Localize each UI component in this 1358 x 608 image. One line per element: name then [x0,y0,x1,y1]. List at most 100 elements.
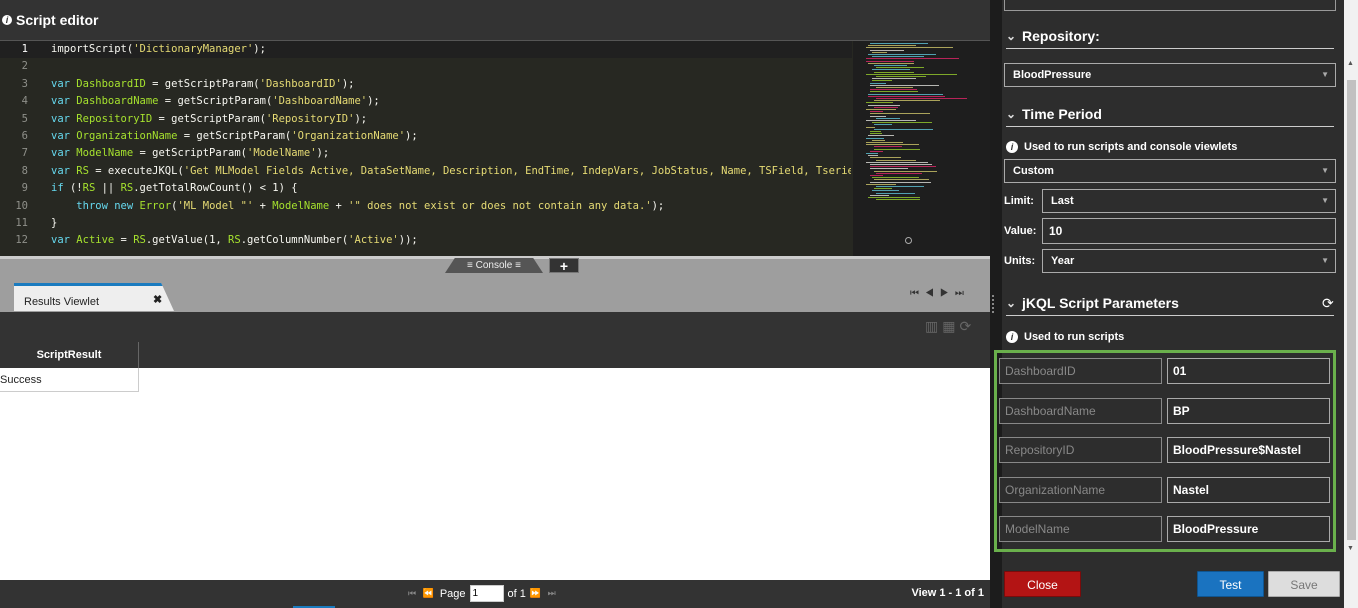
code-text[interactable]: var Active = RS.getValue(1, RS.getColumn… [51,232,851,249]
minimap-line [866,183,897,185]
tab-navigation[interactable]: ⏮◀▶⏭ [910,288,970,299]
code-text[interactable]: } [51,215,851,232]
param-value-input[interactable]: Nastel [1167,477,1330,503]
grid-header [0,342,990,368]
repository-select[interactable]: BloodPressure ▼ [1004,63,1336,87]
minimap-handle-icon[interactable] [905,237,912,244]
param-value-input[interactable]: BloodPressure [1167,516,1330,542]
line-number: 9 [21,182,28,195]
next-icon[interactable]: ▶ [940,288,955,299]
scroll-up-icon[interactable]: ▲ [1347,60,1354,67]
calendar-icon[interactable]: ▦ [942,318,959,334]
section-time-period[interactable]: ⌄ Time Period [1006,101,1334,127]
line-number: 12 [15,234,28,247]
minimap-line [876,186,924,187]
dropdown-arrow-icon: ▼ [1321,70,1329,79]
code-text[interactable]: importScript('DictionaryManager'); [51,41,851,58]
console-tab-label: Console [475,260,513,271]
minimap-line [866,60,914,62]
first-icon[interactable]: ⏮ [910,288,925,299]
refresh-icon[interactable]: ⟳ [959,318,975,334]
close-button[interactable]: Close [1004,571,1081,597]
resize-handle-icon[interactable] [992,295,996,313]
code-text[interactable]: var OrganizationName = getScriptParam('O… [51,128,851,145]
code-text[interactable]: var ModelName = getScriptParam('ModelNam… [51,145,851,162]
code-line[interactable]: 7 var ModelName = getScriptParam('ModelNa… [0,145,852,162]
section-script-params[interactable]: ⌄ jKQL Script Parameters [1006,290,1334,316]
add-viewlet-button[interactable]: + [549,258,579,274]
minimap-line [872,69,910,71]
code-line[interactable]: 10 throw new Error('ML Model "' + ModelN… [0,198,852,215]
column-header-scriptresult[interactable]: ScriptResult [0,342,139,368]
minimap-line [868,135,894,137]
minimap-line [866,142,903,143]
minimap-line [870,157,901,159]
code-line[interactable]: 1 importScript('DictionaryManager'); [0,41,852,58]
minimap-line [874,179,929,181]
last-icon[interactable]: ⏭ [955,288,970,299]
close-tab-icon[interactable]: ✖ [153,293,162,306]
test-button[interactable]: Test [1197,571,1264,597]
code-line[interactable]: 3 var DashboardID = getScriptParam('Dashb… [0,76,852,93]
code-text[interactable]: var RS = executeJKQL('Get MLModel Fields… [51,163,851,180]
param-value-input[interactable]: BloodPressure$Nastel [1167,437,1330,463]
minimap-line [866,102,894,104]
tab-results-viewlet[interactable]: Results Viewlet [14,283,174,311]
pagination: ⏮ ⏪ Page of 1 ⏩ ⏭ [408,585,558,602]
page-input[interactable] [469,585,504,602]
code-text[interactable]: var RepositoryID = getScriptParam('Repos… [51,111,851,128]
code-line[interactable]: 8 var RS = executeJKQL('Get MLModel Field… [0,163,852,180]
refresh-icon[interactable]: ⟳ [1322,295,1334,312]
grid-footer: ⏮ ⏪ Page of 1 ⏩ ⏭ View 1 - 1 of 1 [0,580,990,608]
prev-icon[interactable]: ◀ [925,288,940,299]
value-input[interactable]: 10 [1042,218,1336,244]
minimap-line [870,91,918,93]
first-page-icon[interactable]: ⏮ ⏪ [408,588,436,599]
save-button[interactable]: Save [1268,571,1340,597]
line-number: 10 [15,199,28,212]
minimap-line [872,80,893,82]
code-line[interactable]: 2 [0,58,852,75]
code-line[interactable]: 12 var Active = RS.getValue(1, RS.getColu… [0,232,852,249]
code-text[interactable]: throw new Error('ML Model "' + ModelName… [51,198,851,215]
last-page-icon[interactable]: ⏩ ⏭ [530,588,558,599]
scroll-down-icon[interactable]: ▼ [1347,545,1354,552]
section-title: Time Period [1022,105,1102,122]
minimap-line [870,43,929,44]
minimap-line [876,172,923,174]
minimap-line [866,47,954,49]
code-text[interactable]: var DashboardID = getScriptParam('Dashbo… [51,76,851,93]
code-line[interactable]: 6 var OrganizationName = getScriptParam('… [0,128,852,145]
code-editor[interactable]: 1 importScript('DictionaryManager'); 2 3 var… [0,40,990,256]
top-field[interactable] [1004,0,1336,11]
code-line[interactable]: 11} [0,215,852,232]
panel-scrollbar[interactable]: ▲ ▼ [1344,0,1358,608]
param-value-input[interactable]: 01 [1167,358,1330,384]
param-value-input[interactable]: BP [1167,398,1330,424]
scroll-thumb[interactable] [1347,80,1356,540]
code-line[interactable]: 4 var DashboardName = getScriptParam('Das… [0,93,852,110]
minimap-line [870,131,882,132]
minimap-line [870,82,887,84]
units-label: Units: [1004,255,1036,267]
code-minimap[interactable] [853,41,990,256]
minimap-line [868,197,921,198]
time-mode-select[interactable]: Custom ▼ [1004,159,1336,183]
table-cell[interactable]: Success [0,368,139,392]
limit-select[interactable]: Last ▼ [1042,189,1336,213]
minimap-line [866,137,884,139]
section-repository[interactable]: ⌄ Repository: [1006,23,1334,49]
units-select[interactable]: Year ▼ [1042,249,1336,273]
code-text[interactable]: if (!RS || RS.getTotalRowCount() < 1) { [51,180,851,197]
line-number: 1 [21,43,28,55]
view-info: View 1 - 1 of 1 [911,587,984,599]
code-line[interactable]: 5 var RepositoryID = getScriptParam('Repo… [0,111,852,128]
console-tab[interactable]: ≡ Console ≡ [445,258,543,273]
line-number: 6 [21,130,28,142]
chart-icon[interactable]: ▥ [925,318,942,334]
page-count: of 1 [507,587,526,600]
dropdown-arrow-icon: ▼ [1321,256,1329,265]
params-highlight: DashboardID 01 DashboardName BP Reposito… [994,350,1336,552]
code-line[interactable]: 9 if (!RS || RS.getTotalRowCount() < 1) { [0,180,852,197]
code-text[interactable]: var DashboardName = getScriptParam('Dash… [51,93,851,110]
